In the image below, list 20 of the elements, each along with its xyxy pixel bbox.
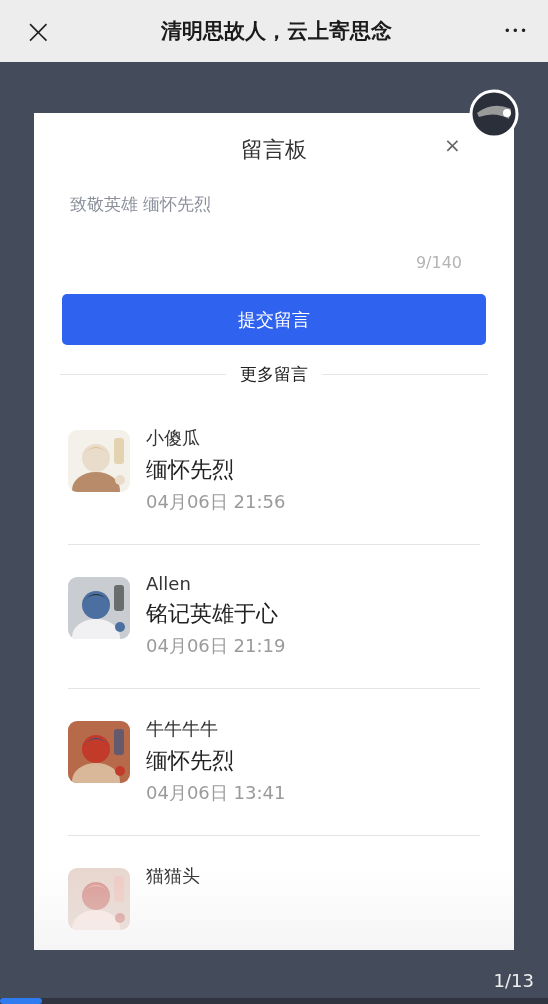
close-icon[interactable]: × (444, 135, 461, 155)
user-name: 小傻瓜 (146, 426, 201, 450)
more-icon[interactable]: ••• (488, 24, 528, 38)
comment-time: 04月06日 13:41 (146, 781, 286, 805)
user-name: Allen (146, 573, 192, 594)
submit-button[interactable]: 提交留言 (62, 294, 486, 345)
comment-text: 铭记英雄于心 (146, 600, 279, 628)
page-title: 清明思故人，云上寄思念 (159, 18, 393, 45)
comment-time: 04月06日 21:56 (146, 490, 286, 514)
user-name: 牛牛牛牛 (146, 717, 219, 741)
character-counter: 9/140 (415, 253, 462, 272)
section-heading: 更多留言 (240, 363, 308, 386)
message-input-field[interactable]: 致敬英雄 缅怀先烈 (70, 193, 478, 253)
board-title: 留言板 (241, 136, 307, 164)
close-icon[interactable]: × (24, 14, 64, 48)
comment-text: 缅怀先烈 (146, 456, 235, 484)
user-name: 猫猫头 (146, 864, 200, 888)
comment-text: 缅怀先烈 (146, 747, 235, 775)
comment-time: 04月06日 21:19 (146, 634, 286, 658)
page-counter: 1/13 (493, 970, 534, 991)
